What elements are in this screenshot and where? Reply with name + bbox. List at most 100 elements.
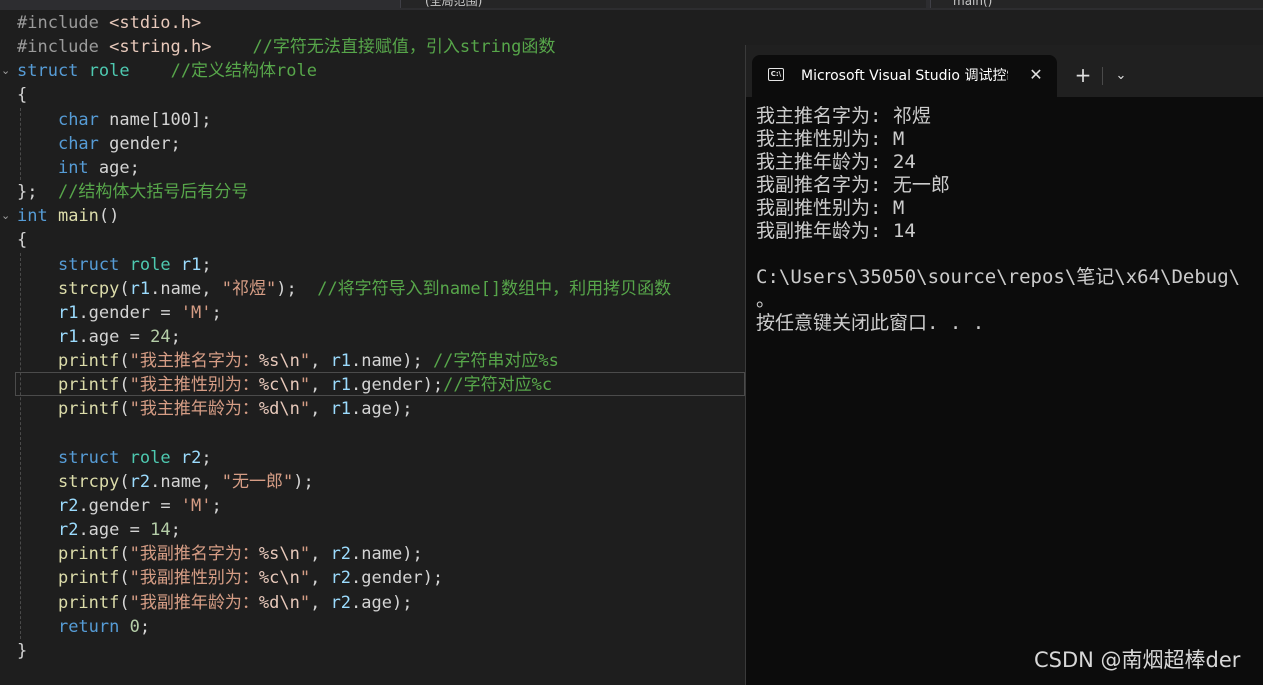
code-line[interactable]: printf("我主推性别为：%c\n", r1.gender);//字符对应%… xyxy=(0,373,745,397)
code-token: 0 xyxy=(129,616,140,637)
code-token: .name); xyxy=(351,351,433,372)
close-icon[interactable]: ✕ xyxy=(1024,63,1048,87)
code-line[interactable]: r1.gender = 'M'; xyxy=(0,301,745,325)
member-dropdown[interactable]: main() xyxy=(930,0,1263,8)
code-line[interactable]: printf("我副推性别为：%c\n", r2.gender); xyxy=(0,566,745,590)
code-line[interactable]: char gender; xyxy=(0,132,745,156)
code-token: .age = xyxy=(78,520,151,541)
code-text: printf("我主推性别为：%c\n", r1.gender);//字符对应%… xyxy=(17,373,552,397)
code-line[interactable]: ⌄ int main() xyxy=(0,204,745,228)
scope-dropdown[interactable]: (全局范围) xyxy=(400,0,926,8)
code-token: .age); xyxy=(351,592,413,613)
code-text: #include <string.h> //字符无法直接赋值，引入string函… xyxy=(17,35,555,59)
code-text: r2.age = 14; xyxy=(17,518,181,542)
code-text: { xyxy=(17,228,27,252)
code-line[interactable]: printf("我主推名字为：%s\n", r1.name); //字符串对应%… xyxy=(0,349,745,373)
code-token: #include xyxy=(17,37,110,58)
code-token: struct xyxy=(57,254,120,275)
code-token: "我主推性别为： xyxy=(129,375,259,396)
code-line[interactable]: strcpy(r2.name, "无一郎"); xyxy=(0,470,745,494)
code-token: .gender = xyxy=(78,496,181,516)
code-line[interactable]: printf("我副推名字为：%s\n", r2.name); xyxy=(0,542,745,566)
console-output: 我主推名字为: 祁煜 我主推性别为: M 我主推年龄为: 24 我副推名字为: 无一郎… xyxy=(756,105,1263,675)
code-token: 24 xyxy=(150,326,171,347)
code-token: <stdio.h> xyxy=(109,13,202,33)
code-line[interactable]: { xyxy=(0,228,745,252)
code-text: int age; xyxy=(17,156,140,180)
code-token: r1 xyxy=(129,278,151,299)
code-token: %d\n xyxy=(258,399,300,420)
code-token: r2 xyxy=(330,592,352,613)
code-token: %d\n xyxy=(258,592,300,613)
code-token: %s\n xyxy=(258,351,300,372)
code-line[interactable] xyxy=(0,422,745,446)
code-token: ( xyxy=(119,471,130,492)
code-token: ); xyxy=(293,471,314,492)
code-token: struct xyxy=(57,447,120,468)
code-token: 14 xyxy=(150,520,171,541)
chevron-down-icon[interactable]: ⌄ xyxy=(1109,65,1133,87)
editor-navigation-bar: (全局范围) main() xyxy=(0,0,1263,10)
code-token: "我副推性别为： xyxy=(129,568,259,589)
code-text: struct role r1; xyxy=(17,253,212,277)
code-token: , xyxy=(310,544,331,565)
code-line[interactable]: printf("我主推年龄为：%d\n", r1.age); xyxy=(0,397,745,421)
code-line[interactable]: struct role r2; xyxy=(0,446,745,470)
code-token: "无一郎" xyxy=(221,471,294,492)
code-token: int xyxy=(57,157,89,178)
code-token: //将字符导入到name[]数组中，利用拷贝函数 xyxy=(317,278,672,299)
code-line[interactable]: }; //结构体大括号后有分号 xyxy=(0,180,745,204)
code-line[interactable]: int age; xyxy=(0,156,745,180)
code-token: , xyxy=(310,592,331,613)
code-line[interactable]: r2.age = 14; xyxy=(0,518,745,542)
code-token: %c\n xyxy=(258,375,300,396)
fold-icon[interactable]: ⌄ xyxy=(1,204,10,228)
code-token: .age = xyxy=(78,326,151,347)
fold-icon[interactable]: ⌄ xyxy=(1,59,10,83)
console-line: 按任意键关闭此窗口. . . xyxy=(756,312,985,334)
code-token: .name); xyxy=(351,544,423,565)
code-token: ; xyxy=(139,616,151,637)
console-line: 我副推性别为: M xyxy=(756,197,905,219)
console-line: 。 xyxy=(756,289,776,311)
code-token: r2 xyxy=(330,544,352,565)
code-line[interactable]: { xyxy=(0,83,745,107)
code-token: { xyxy=(17,230,28,251)
code-line[interactable]: #include <stdio.h> xyxy=(0,11,745,35)
code-line[interactable]: return 0; xyxy=(0,615,745,639)
code-token: ; xyxy=(170,326,181,347)
code-text: struct role r2; xyxy=(17,446,212,470)
code-token: //结构体大括号后有分号 xyxy=(57,182,249,203)
code-token: printf xyxy=(57,351,120,372)
code-line[interactable]: #include <string.h> //字符无法直接赋值，引入string函… xyxy=(0,35,745,59)
code-line[interactable]: r2.gender = 'M'; xyxy=(0,494,745,518)
code-token: int xyxy=(17,206,48,227)
code-line[interactable]: char name[100]; xyxy=(0,108,745,132)
code-token: //定义结构体role xyxy=(170,61,317,82)
code-token: .age); xyxy=(351,399,413,420)
code-token: r2 xyxy=(129,471,151,492)
code-line[interactable]: strcpy(r1.name, "祁煜"); //将字符导入到name[]数组中… xyxy=(0,277,745,301)
code-line[interactable]: struct role r1; xyxy=(0,253,745,277)
code-line[interactable]: } xyxy=(0,639,745,663)
console-line: 我主推年龄为: 24 xyxy=(756,151,916,173)
code-token: %c\n xyxy=(258,568,300,589)
code-token: name[100]; xyxy=(98,109,212,130)
code-token: ( xyxy=(119,375,130,396)
debug-console-window[interactable]: C:\ Microsoft Visual Studio 调试控制台 ✕ + ⌄ … xyxy=(745,45,1263,685)
code-token: strcpy xyxy=(57,278,120,299)
new-tab-button[interactable]: + xyxy=(1071,63,1095,87)
console-tab[interactable]: C:\ Microsoft Visual Studio 调试控制台 ✕ xyxy=(752,55,1057,97)
code-token: r1 xyxy=(330,399,352,420)
code-token: " xyxy=(299,399,311,420)
code-line[interactable]: ⌄ struct role //定义结构体role xyxy=(0,59,745,83)
code-line[interactable]: printf("我副推年龄为：%d\n", r2.age); xyxy=(0,591,745,615)
code-line[interactable]: r1.age = 24; xyxy=(0,325,745,349)
